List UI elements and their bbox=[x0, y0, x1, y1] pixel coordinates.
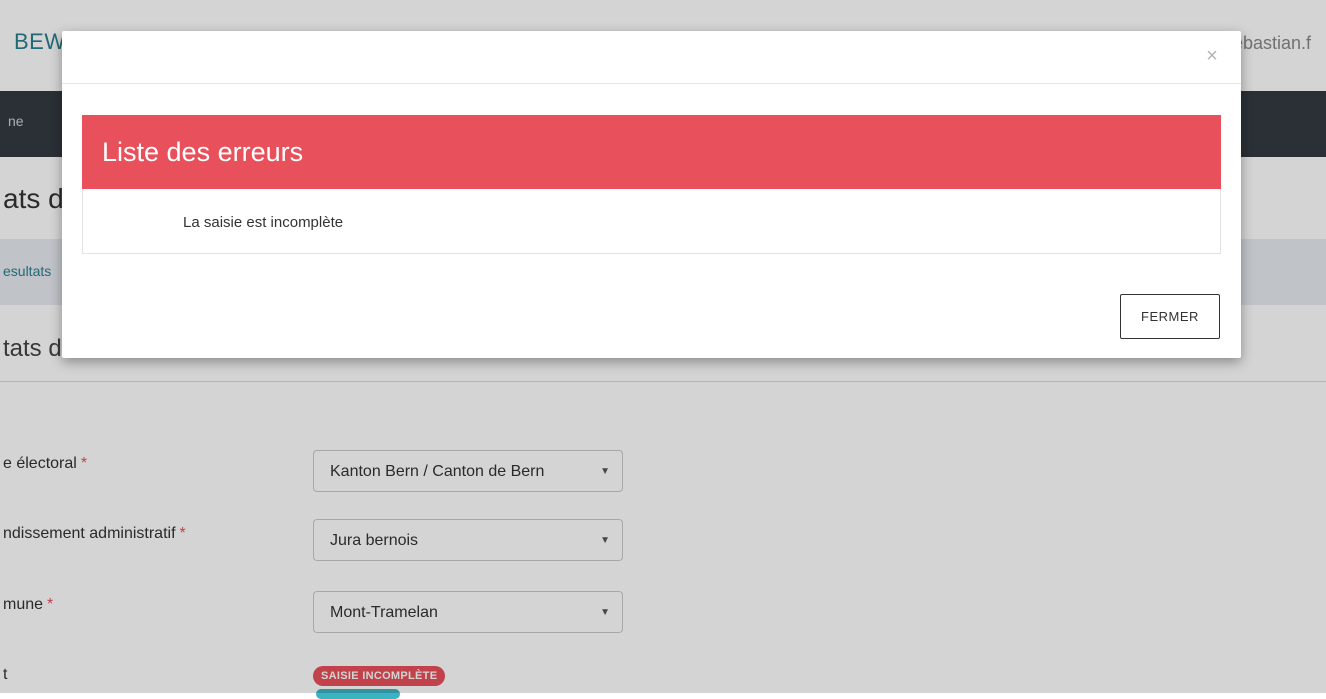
close-button[interactable]: FERMER bbox=[1120, 294, 1220, 339]
error-dialog: × Liste des erreurs La saisie est incomp… bbox=[62, 31, 1241, 358]
error-panel: Liste des erreurs La saisie est incomplè… bbox=[82, 115, 1221, 254]
error-panel-title: Liste des erreurs bbox=[102, 137, 304, 167]
error-message: La saisie est incomplète bbox=[183, 214, 344, 231]
dialog-header: × bbox=[62, 31, 1241, 84]
close-icon[interactable]: × bbox=[1201, 45, 1223, 67]
error-panel-header: Liste des erreurs bbox=[82, 115, 1221, 189]
